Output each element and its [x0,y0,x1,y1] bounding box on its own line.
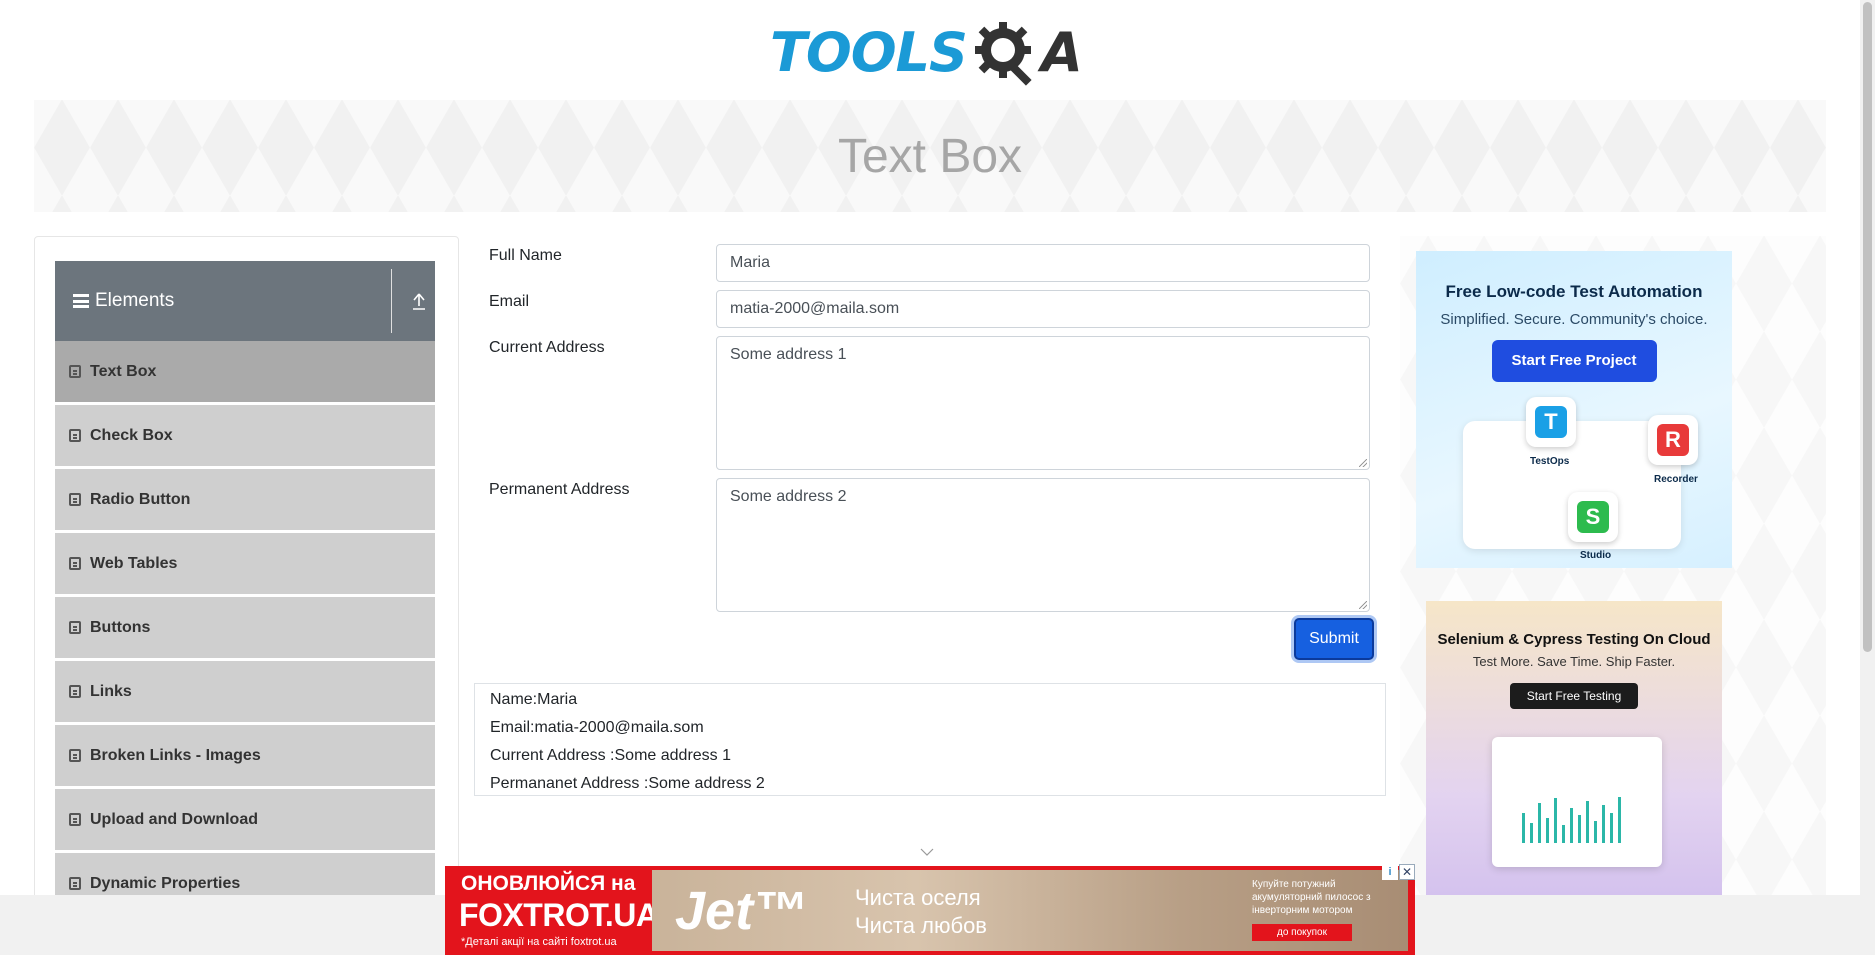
submit-button[interactable]: Submit [1294,618,1374,660]
ad-info-icon[interactable]: i [1382,864,1398,880]
resize-grip-icon[interactable] [1359,459,1367,467]
tile-label: Recorder [1654,474,1698,485]
sidebar-item-web-tables[interactable]: Web Tables [55,533,435,594]
page-scrollbar[interactable] [1860,0,1875,955]
permanent-address-textarea[interactable]: Some address 2 [716,478,1370,612]
hamburger-icon [73,294,89,308]
document-icon [69,621,81,634]
email-label: Email [489,293,530,310]
sidebar-item-label: Links [90,682,132,700]
recorder-icon: R [1648,415,1698,465]
chevron-down-icon[interactable] [920,848,934,856]
document-icon [69,813,81,826]
scrollbar-thumb[interactable] [1863,2,1872,652]
sidebar-item-label: Buttons [90,618,151,636]
katalon-ad[interactable]: Free Low-code Test Automation Simplified… [1416,251,1732,568]
ad-slogan-line: Чиста оселя [855,885,981,910]
ad-close-icon[interactable]: ✕ [1399,864,1415,880]
full-name-input[interactable] [716,244,1370,282]
sidebar-item-label: Web Tables [90,554,178,572]
start-free-project-button[interactable]: Start Free Project [1491,340,1657,382]
sidebar: Elements Text Box Check Box Radio Button… [34,236,459,955]
sidebar-item-radio-button[interactable]: Radio Button [55,469,435,530]
page: TOOLS A Text Box Elements Text Box Check… [0,0,1875,955]
output-name: Name:Maria [490,691,578,708]
sidebar-group-title: Elements [95,290,175,311]
ad-line2: FOXTROT.UA [459,897,659,933]
document-icon [69,749,81,762]
ad-slogan: Чиста оселя Чиста любов [855,884,987,940]
ad-line1: ОНОВЛЮЙСЯ на [461,872,636,895]
collapse-up-icon[interactable] [411,291,427,311]
toolsqa-logo[interactable]: TOOLS A [770,14,1083,92]
start-free-testing-button[interactable]: Start Free Testing [1510,683,1638,709]
ad-subtitle: Test More. Save Time. Ship Faster. [1472,654,1676,669]
document-icon [69,365,81,378]
full-name-label: Full Name [489,247,562,264]
sidebar-group-elements[interactable]: Elements [55,261,435,341]
testops-icon: T [1526,397,1576,447]
email-input[interactable] [716,290,1370,328]
output-box: Name:Maria Email:matia-2000@maila.som Cu… [474,683,1386,796]
sidebar-item-broken-links[interactable]: Broken Links - Images [55,725,435,786]
sidebar-item-check-box[interactable]: Check Box [55,405,435,466]
ad-headline: Free Low-code Test Automation [1445,282,1703,301]
current-address-label: Current Address [489,339,605,356]
logo-tail: A [1040,21,1083,84]
output-email: Email:matia-2000@maila.som [490,719,704,736]
ad-buy-button[interactable]: до покупок [1252,924,1352,941]
dashboard-illustration [1492,737,1662,867]
sidebar-item-label: Dynamic Properties [90,874,241,892]
tile-label: Studio [1580,550,1612,561]
sidebar-item-text-box[interactable]: Text Box [55,341,435,402]
resize-grip-icon[interactable] [1359,601,1367,609]
permanent-address-value: Some address 2 [730,488,847,505]
current-address-textarea[interactable]: Some address 1 [716,336,1370,470]
gear-search-icon [974,22,1032,86]
ad-line3: *Деталі акції на сайті foxtrot.ua [461,936,617,948]
logo-text: TOOLS [770,21,968,84]
document-icon [69,877,81,890]
current-address-value: Some address 1 [730,346,847,363]
sidebar-item-links[interactable]: Links [55,661,435,722]
sidebar-item-label: Broken Links - Images [90,746,261,764]
ad-description: Купуйте потужний акумуляторний пилосос з… [1252,879,1371,916]
foxtrot-ad[interactable]: ОНОВЛЮЙСЯ на FOXTROT.UA *Деталі акції на… [445,866,1415,955]
document-icon [69,557,81,570]
sidebar-menu: Text Box Check Box Radio Button Web Tabl… [55,341,435,917]
sidebar-item-buttons[interactable]: Buttons [55,597,435,658]
output-permanent-address: Permananet Address :Some address 2 [490,775,765,792]
sidebar-item-upload-download[interactable]: Upload and Download [55,789,435,850]
sidebar-item-label: Text Box [90,362,157,380]
sidebar-item-label: Upload and Download [90,810,258,828]
ad-slogan-line: Чиста любов [855,913,987,938]
document-icon [69,493,81,506]
ad-brand: Jet™ [675,881,808,941]
ad-subtitle: Simplified. Secure. Community's choice. [1440,311,1708,328]
sidebar-item-label: Radio Button [90,490,191,508]
divider [391,269,392,333]
permanent-address-label: Permanent Address [489,481,630,498]
output-current-address: Current Address :Some address 1 [490,747,732,764]
page-title: Text Box [837,129,1023,183]
tile-label: TestOps [1530,456,1570,467]
document-icon [69,685,81,698]
page-banner: Text Box [34,100,1826,212]
sidebar-item-label: Check Box [90,426,173,444]
document-icon [69,429,81,442]
ad-headline: Selenium & Cypress Testing On Cloud [1437,631,1711,648]
studio-icon: S [1568,492,1618,542]
